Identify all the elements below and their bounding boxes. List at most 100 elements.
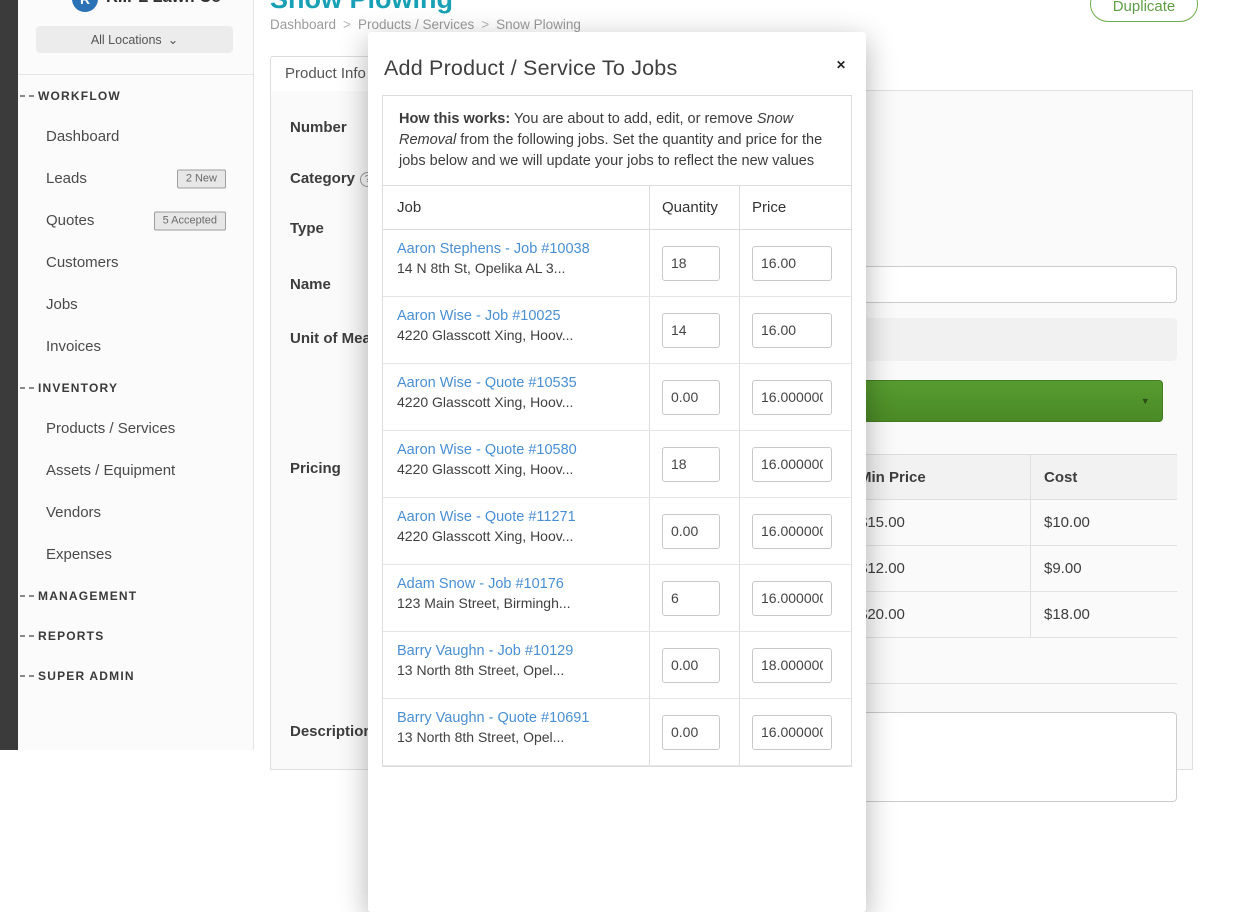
- job-link[interactable]: Aaron Stephens - Job #10038: [397, 241, 639, 257]
- type-label: Type: [290, 220, 324, 237]
- min-price-value: $20.00: [845, 592, 1030, 637]
- job-row: Aaron Stephens - Job #10038 14 N 8th St,…: [383, 230, 851, 297]
- location-selector[interactable]: All Locations ⌄: [36, 26, 233, 53]
- location-label: All Locations: [91, 33, 162, 47]
- jobs-table-header: Job Quantity Price: [383, 186, 851, 230]
- job-link[interactable]: Barry Vaughn - Quote #10691: [397, 710, 639, 726]
- section-dash-icon: [20, 675, 34, 677]
- left-edge-strip: [0, 0, 18, 750]
- job-address: 13 North 8th Street, Opel...: [397, 662, 639, 678]
- sidebar-item-label: Quotes: [46, 212, 94, 229]
- sidebar-item-label: Expenses: [46, 546, 112, 563]
- duplicate-button-label: Duplicate: [1113, 0, 1176, 15]
- nav-section-super-admin[interactable]: SUPER ADMIN: [18, 656, 254, 696]
- number-label: Number: [290, 119, 347, 136]
- price-input[interactable]: [752, 246, 832, 281]
- job-row: Adam Snow - Job #10176 123 Main Street, …: [383, 565, 851, 632]
- nav-section-label: REPORTS: [38, 629, 104, 643]
- sidebar-item-label: Jobs: [46, 296, 78, 313]
- sidebar-item-products-services[interactable]: Products / Services: [18, 408, 254, 450]
- sidebar-nav: WORKFLOW Dashboard Leads 2 New Quotes 5 …: [18, 76, 254, 696]
- job-column-header: Job: [383, 186, 649, 229]
- price-input[interactable]: [752, 581, 832, 616]
- job-address: 4220 Glasscott Xing, Hoov...: [397, 394, 639, 410]
- quantity-input[interactable]: [662, 380, 720, 415]
- quantity-input[interactable]: [662, 447, 720, 482]
- breadcrumb-separator: >: [481, 17, 489, 32]
- quantity-input[interactable]: [662, 648, 720, 683]
- cost-value: $18.00: [1030, 592, 1177, 637]
- sidebar-item-jobs[interactable]: Jobs: [18, 284, 254, 326]
- quantity-input[interactable]: [662, 715, 720, 750]
- price-input[interactable]: [752, 648, 832, 683]
- modal-info-text: How this works: You are about to add, ed…: [383, 96, 851, 186]
- price-input[interactable]: [752, 313, 832, 348]
- sidebar-item-assets-equipment[interactable]: Assets / Equipment: [18, 450, 254, 492]
- quantity-input[interactable]: [662, 246, 720, 281]
- sidebar-item-quotes[interactable]: Quotes 5 Accepted: [18, 200, 254, 242]
- chevron-down-icon: ⌄: [168, 32, 178, 47]
- sidebar-item-label: Products / Services: [46, 420, 175, 437]
- breadcrumb-current: Snow Plowing: [496, 17, 581, 32]
- min-price-value: $15.00: [845, 500, 1030, 545]
- section-dash-icon: [20, 95, 34, 97]
- info-text-2: from the following jobs. Set the quantit…: [399, 132, 822, 169]
- chevron-down-icon: ▾: [1142, 395, 1148, 408]
- sidebar-item-expenses[interactable]: Expenses: [18, 534, 254, 576]
- sidebar: R RIIPL Lawn Co All Locations ⌄ WORKFLOW…: [18, 0, 254, 750]
- close-icon[interactable]: ✕: [832, 54, 850, 76]
- breadcrumb-dashboard[interactable]: Dashboard: [270, 17, 336, 32]
- nav-section-label: MANAGEMENT: [38, 589, 137, 603]
- company-name: RIIPL Lawn Co: [106, 0, 221, 7]
- min-price-header: Min Price: [845, 455, 1030, 499]
- company-logo: R: [72, 0, 98, 12]
- quantity-input[interactable]: [662, 581, 720, 616]
- modal-content-box: How this works: You are about to add, ed…: [382, 95, 852, 767]
- sidebar-item-label: Vendors: [46, 504, 101, 521]
- section-dash-icon: [20, 595, 34, 597]
- job-row: Barry Vaughn - Job #10129 13 North 8th S…: [383, 632, 851, 699]
- pricing-label: Pricing: [290, 460, 341, 477]
- sidebar-item-label: Invoices: [46, 338, 101, 355]
- sidebar-item-invoices[interactable]: Invoices: [18, 326, 254, 368]
- job-link[interactable]: Aaron Wise - Quote #11271: [397, 509, 639, 525]
- sidebar-divider: [18, 74, 254, 75]
- price-input[interactable]: [752, 715, 832, 750]
- breadcrumb-products-services[interactable]: Products / Services: [358, 17, 474, 32]
- nav-section-reports[interactable]: REPORTS: [18, 616, 254, 656]
- job-link[interactable]: Adam Snow - Job #10176: [397, 576, 639, 592]
- sidebar-item-label: Leads: [46, 170, 87, 187]
- quantity-column-header: Quantity: [649, 186, 739, 229]
- info-bold: How this works:: [399, 111, 510, 127]
- quotes-badge: 5 Accepted: [154, 212, 226, 231]
- sidebar-item-customers[interactable]: Customers: [18, 242, 254, 284]
- job-link[interactable]: Barry Vaughn - Job #10129: [397, 643, 639, 659]
- info-text-1: You are about to add, edit, or remove: [510, 111, 757, 127]
- nav-section-label: WORKFLOW: [38, 89, 121, 103]
- category-label: Category?: [290, 170, 375, 187]
- nav-section-label: SUPER ADMIN: [38, 669, 135, 683]
- add-product-to-jobs-modal: Add Product / Service To Jobs ✕ How this…: [368, 32, 866, 912]
- job-link[interactable]: Aaron Wise - Quote #10535: [397, 375, 639, 391]
- quantity-input[interactable]: [662, 514, 720, 549]
- category-label-text: Category: [290, 170, 355, 187]
- sidebar-item-dashboard[interactable]: Dashboard: [18, 116, 254, 158]
- job-link[interactable]: Aaron Wise - Quote #10580: [397, 442, 639, 458]
- price-input[interactable]: [752, 380, 832, 415]
- nav-section-inventory: INVENTORY: [18, 368, 254, 408]
- sidebar-item-label: Assets / Equipment: [46, 462, 175, 479]
- job-address: 4220 Glasscott Xing, Hoov...: [397, 528, 639, 544]
- section-dash-icon: [20, 387, 34, 389]
- quantity-input[interactable]: [662, 313, 720, 348]
- job-address: 14 N 8th St, Opelika AL 3...: [397, 260, 639, 276]
- price-input[interactable]: [752, 514, 832, 549]
- job-row: Aaron Wise - Quote #10580 4220 Glasscott…: [383, 431, 851, 498]
- price-input[interactable]: [752, 447, 832, 482]
- sidebar-item-vendors[interactable]: Vendors: [18, 492, 254, 534]
- breadcrumb-separator: >: [343, 17, 351, 32]
- sidebar-item-leads[interactable]: Leads 2 New: [18, 158, 254, 200]
- breadcrumb: Dashboard > Products / Services > Snow Plowi…: [270, 17, 581, 32]
- duplicate-button[interactable]: Duplicate: [1090, 0, 1198, 22]
- nav-section-management[interactable]: MANAGEMENT: [18, 576, 254, 616]
- job-link[interactable]: Aaron Wise - Job #10025: [397, 308, 639, 324]
